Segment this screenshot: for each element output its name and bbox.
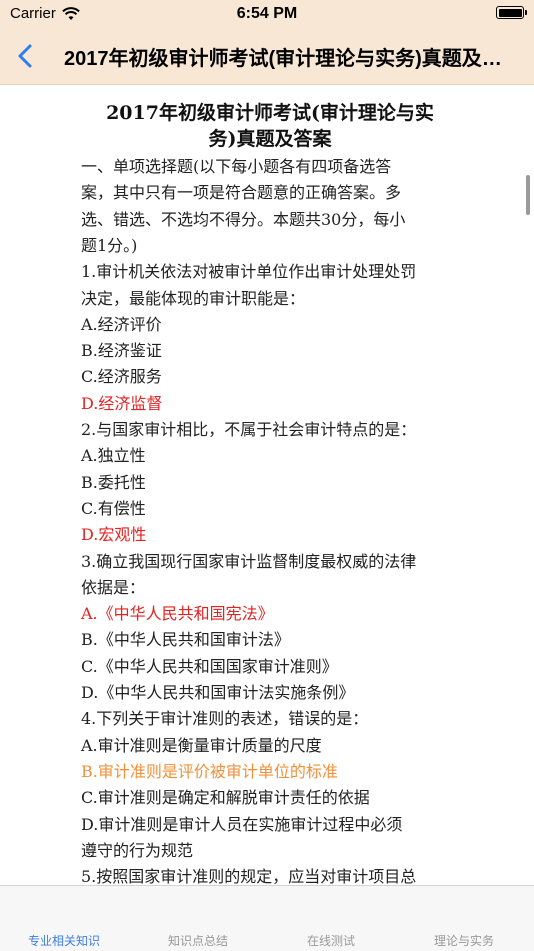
- document-line: C.有偿性: [81, 498, 146, 518]
- status-right: [496, 6, 527, 19]
- chevron-left-icon: [18, 44, 32, 68]
- document-line: D.《中华人民共和国审计法实施条例》: [81, 683, 355, 702]
- document-line: A.审计准则是衡量审计质量的尺度: [81, 735, 322, 755]
- document-line: 2.与国家审计相比，不属于社会审计特点的是：: [81, 420, 417, 439]
- document-line: 选、错选、不选均不得分。本题共30分，每小: [81, 209, 406, 229]
- document-line: B.经济鉴证: [81, 341, 162, 361]
- document-line: D.宏观性: [81, 525, 147, 545]
- document-line: D.经济监督: [81, 393, 163, 413]
- document-line: A.独立性: [81, 446, 146, 466]
- document-line: A.《中华人民共和国宪法》: [81, 604, 274, 624]
- document-line: 遵守的行为规范: [81, 840, 194, 860]
- back-button[interactable]: [10, 38, 44, 74]
- status-time: 6:54 PM: [236, 5, 298, 22]
- status-bar: Carrier 6:54 PM: [0, 0, 534, 30]
- document-title: 2017年初级审计师考试(审计理论与实 务)真题及答案: [80, 100, 460, 152]
- document-line: B.审计准则是评价被审计单位的标准: [81, 761, 338, 781]
- document-line: 一、单项选择题(以下每小题各有四项备选答: [81, 157, 392, 176]
- document-line: 依据是：: [81, 577, 146, 597]
- document-line: B.委托性: [81, 472, 146, 492]
- document-line: D.审计准则是审计人员在实施审计过程中必须: [81, 814, 403, 834]
- document-line: 案，其中只有一项是符合题意的正确答案。多: [81, 183, 402, 203]
- header: Carrier 6:54 PM 2017年初级审计师考试(审计理论与实务)真题及…: [0, 0, 534, 85]
- document-line: C.经济服务: [81, 367, 162, 387]
- document-line: A.经济评价: [81, 314, 162, 334]
- tab-online-test[interactable]: 在线测试: [307, 932, 355, 949]
- battery-icon: [496, 6, 527, 19]
- nav-bar: 2017年初级审计师考试(审计理论与实务)真题及答案: [0, 30, 534, 82]
- tab-theory-practice[interactable]: 理论与实务: [434, 932, 494, 949]
- document-line: C.审计准则是确定和解脱审计责任的依据: [81, 788, 370, 808]
- scrollbar-thumb[interactable]: [526, 175, 530, 215]
- article-content[interactable]: 2017年初级审计师考试(审计理论与实 务)真题及答案 一、单项选择题(以下每小…: [0, 85, 534, 885]
- tab-knowledge-summary[interactable]: 知识点总结: [168, 932, 228, 949]
- document-title-line-1: 2017年初级审计师考试(审计理论与实: [106, 102, 434, 124]
- document-line: C.《中华人民共和国国家审计准则》: [81, 656, 338, 676]
- nav-title: 2017年初级审计师考试(审计理论与实务)真题及答案: [64, 48, 512, 70]
- tab-bar: 专业相关知识 知识点总结 在线测试 理论与实务: [0, 885, 534, 951]
- document-line: B.《中华人民共和国审计法》: [81, 630, 290, 650]
- tab-professional-knowledge[interactable]: 专业相关知识: [28, 932, 100, 949]
- document-line: 4.下列关于审计准则的表述，错误的是：: [81, 709, 369, 729]
- document-line: 题1分。): [81, 235, 138, 255]
- document-line: 决定，最能体现的审计职能是：: [81, 288, 306, 308]
- document-line: 5.按照国家审计准则的规定，应当对审计项目总: [81, 867, 417, 885]
- document-line: 1.审计机关依法对被审计单位作出审计处理处罚: [81, 262, 417, 282]
- document-title-line-2: 务)真题及答案: [208, 128, 332, 150]
- document-line: 3.确立我国现行国家审计监督制度最权威的法律: [81, 551, 417, 571]
